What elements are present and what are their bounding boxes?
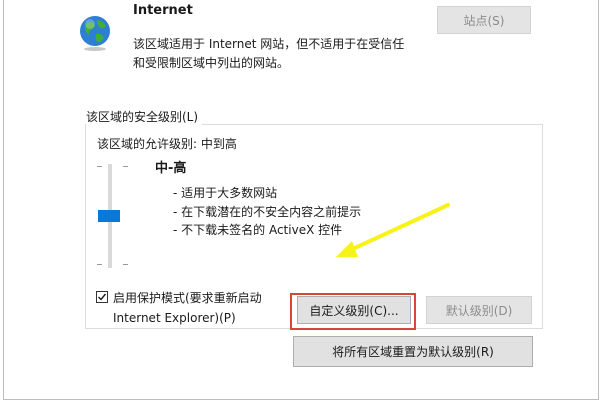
slider-tick [123,166,128,167]
security-slider-thumb[interactable] [98,210,120,222]
protected-mode-label-line-2: Internet Explorer)(P) [113,311,236,325]
reset-all-zones-button[interactable]: 将所有区域重置为默认级别(R) [293,336,533,367]
slider-tick [123,264,128,265]
zone-title: Internet [133,3,193,18]
default-level-button[interactable]: 默认级别(D) [426,296,532,324]
highlight-box [290,293,416,330]
zone-description-line-1: 该区域适用于 Internet 网站，但不适用于在受信任 [133,37,405,51]
slider-tick [97,264,102,265]
security-level-name: 中-高 [155,161,187,176]
allowed-levels-text: 该区域的允许级别: 中到高 [97,137,237,151]
slider-tick [97,166,102,167]
zone-description: 该区域适用于 Internet 网站，但不适用于在受信任 和受限制区域中列出的网… [133,35,433,73]
protected-mode-label[interactable]: 启用保护模式(要求重新启动 Internet Explorer)(P) [113,288,298,328]
protected-mode-checkbox[interactable] [96,291,108,303]
zone-description-line-2: 和受限制区域中列出的网站。 [133,56,290,70]
protected-mode-label-line-1: 启用保护模式(要求重新启动 [113,291,262,305]
annotation-arrow [336,203,450,257]
sites-button[interactable]: 站点(S) [437,6,531,34]
globe-icon [80,16,110,51]
checkmark-icon [98,293,107,301]
security-level-group-label: 该区域的安全级别(L) [86,108,203,125]
